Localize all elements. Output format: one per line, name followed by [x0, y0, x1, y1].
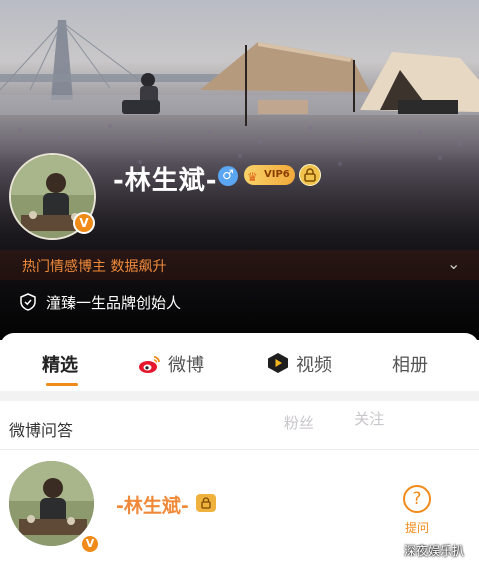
- vip-level-label: VIP6: [264, 169, 290, 180]
- fans-stat[interactable]: 464万 粉丝: [226, 408, 314, 433]
- profile-name: -林生斌-: [113, 166, 218, 196]
- ask-question-icon[interactable]: ?: [403, 485, 431, 513]
- vip-badge[interactable]: ♛ VIP6: [244, 165, 295, 185]
- video-play-icon: [266, 352, 290, 379]
- profile-tags-bar[interactable]: 热门情感博主 数据飙升 ⌄: [0, 250, 479, 280]
- crown-icon: ♛: [247, 170, 258, 184]
- following-stat[interactable]: 4 关注: [337, 408, 384, 429]
- qa-user-name[interactable]: -林生斌-: [116, 491, 189, 518]
- tab-video[interactable]: 视频: [266, 351, 332, 379]
- identity-line: 潼臻一生品牌创始人: [20, 292, 181, 315]
- tab-featured[interactable]: 精选: [42, 351, 78, 377]
- qa-section-title: 微博问答: [9, 421, 74, 440]
- verified-badge-icon: V: [80, 534, 100, 554]
- ask-question-button[interactable]: 提问: [405, 519, 429, 536]
- following-count: 4: [337, 409, 349, 429]
- profile-tabs: 精选 微博 视频 相册: [0, 333, 479, 391]
- active-tab-indicator: [46, 383, 78, 386]
- shield-icon: [20, 292, 36, 315]
- profile-tags: 热门情感博主 数据飙升: [22, 259, 167, 275]
- weibo-icon: [138, 354, 162, 379]
- fan-badge-icon: [196, 494, 216, 512]
- qa-avatar[interactable]: [9, 461, 94, 546]
- male-gender-icon: ♂: [218, 166, 238, 186]
- verified-badge-icon: V: [73, 212, 95, 234]
- watermark: 深夜娱乐扒: [404, 544, 465, 558]
- fans-count: 464万: [226, 413, 279, 433]
- section-gap: [0, 391, 479, 401]
- fan-badge-icon[interactable]: [299, 164, 321, 186]
- avatar-photo: [9, 461, 94, 546]
- fans-label: 粉丝: [283, 414, 314, 432]
- following-label: 关注: [354, 410, 385, 428]
- divider: [0, 449, 479, 450]
- chevron-down-icon[interactable]: ⌄: [447, 254, 460, 273]
- tab-weibo[interactable]: 微博: [138, 351, 204, 379]
- tab-album[interactable]: 相册: [392, 351, 428, 377]
- identity-text: 潼臻一生品牌创始人: [46, 294, 182, 312]
